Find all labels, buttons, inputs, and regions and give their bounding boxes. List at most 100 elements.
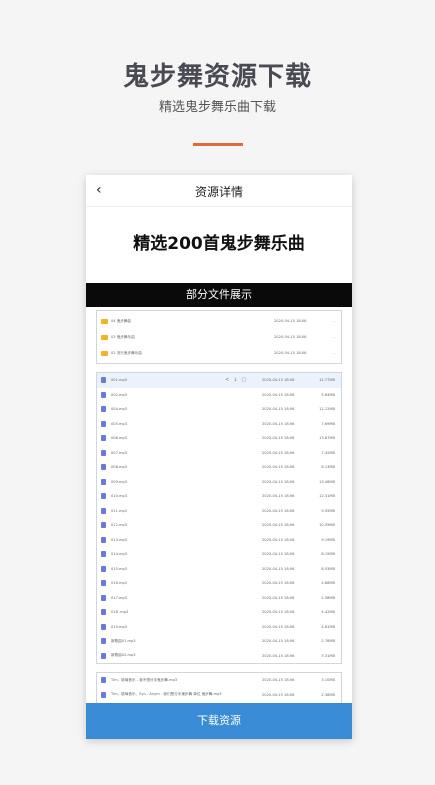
file-size: 8.13MB xyxy=(321,465,335,470)
download-button[interactable]: 下载资源 xyxy=(86,703,352,739)
table-row[interactable]: 006.mp3 2020-04-15 18:06 13.87MB xyxy=(97,431,341,446)
file-size: 4.42MB xyxy=(321,610,335,615)
file-date: 2020-04-15 18:06 xyxy=(262,508,295,513)
table-row[interactable]: 010.mp3 2020-04-15 18:06 12.31MB xyxy=(97,489,341,504)
file-name: 新歌曲01.mp3 xyxy=(111,638,136,643)
folder-size: - xyxy=(333,335,335,339)
file-date: 2020-04-15 18:06 xyxy=(262,692,295,697)
file-icon xyxy=(101,493,106,500)
file-icon xyxy=(101,691,106,698)
file-name: Tim、玻璃音乐 - 我不想分手鬼步舞.mp3 xyxy=(111,677,178,682)
file-date: 2020-04-15 18:06 xyxy=(262,678,295,683)
folder-name: 04 鬼步舞曲 xyxy=(111,318,132,323)
table-row[interactable]: 新歌曲02.mp3 2020-04-15 18:06 5.31MB xyxy=(97,649,341,664)
list-item[interactable]: 03 鬼步舞乐曲 2020-04-15 18:06 - xyxy=(97,329,341,345)
file-name: 011.mp3 xyxy=(111,508,128,513)
file-size: 2.78MB xyxy=(321,639,335,644)
file-size: 12.12MB xyxy=(319,407,335,412)
file-size: 8.53MB xyxy=(321,566,335,571)
table-row[interactable]: 014.mp3 2020-04-15 18:06 8.15MB xyxy=(97,547,341,562)
file-icon xyxy=(101,507,106,514)
file-size: 4.61MB xyxy=(321,624,335,629)
file-icon xyxy=(101,420,106,427)
file-name: 015.mp3 xyxy=(111,566,128,571)
share-icon[interactable]: < xyxy=(225,377,229,383)
file-icon xyxy=(101,551,106,558)
file-date: 2020-04-15 18:06 xyxy=(262,436,295,441)
file-name: 006.mp3 xyxy=(111,436,128,441)
table-row[interactable]: 015.mp3 2020-04-15 18:06 8.53MB xyxy=(97,562,341,577)
file-icon xyxy=(101,377,106,384)
file-name: 019.mp3 xyxy=(111,624,128,629)
file-size: 12.77MB xyxy=(319,378,335,383)
file-name: 004.mp3 xyxy=(111,407,128,412)
table-row[interactable]: 001.mp3 2020-04-15 18:06 12.77MB < ↓ ▢ xyxy=(97,373,341,388)
file-name: 009.mp3 xyxy=(111,479,128,484)
file-size: 13.87MB xyxy=(319,436,335,441)
file-date: 2020-04-15 18:06 xyxy=(262,479,295,484)
folder-icon xyxy=(101,350,108,356)
file-date: 2020-04-15 18:06 xyxy=(262,581,295,586)
file-icon xyxy=(101,435,106,442)
file-date: 2020-04-15 18:06 xyxy=(262,392,295,397)
file-date: 2020-04-15 18:06 xyxy=(262,378,295,383)
file-name: Tim、玻璃音乐、Syn - Anym - 我们是分手鬼步舞 单位 鬼步舞.mp… xyxy=(111,692,222,697)
file-size: 3.10MB xyxy=(321,678,335,683)
file-actions: < ↓ ▢ xyxy=(225,377,246,383)
table-row[interactable]: 新歌曲01.mp3 2020-04-15 18:06 2.78MB xyxy=(97,634,341,649)
file-icon xyxy=(101,565,106,572)
table-row[interactable]: 008.mp3 2020-04-15 18:06 8.13MB xyxy=(97,460,341,475)
section-bar: 部分文件展示 xyxy=(86,283,352,307)
file-name: 013.mp3 xyxy=(111,537,128,542)
table-row[interactable]: 004.mp3 2020-04-15 18:06 12.12MB xyxy=(97,402,341,417)
file-date: 2020-04-15 18:06 xyxy=(262,624,295,629)
list-item[interactable]: 02 流行鬼步舞乐曲 2020-04-15 18:06 - xyxy=(97,345,341,361)
table-row[interactable]: 019.mp3 2020-04-15 18:06 4.61MB xyxy=(97,620,341,635)
table-row[interactable]: 007.mp3 2020-04-15 18:06 7.45MB xyxy=(97,446,341,461)
delete-icon[interactable]: ▢ xyxy=(241,377,246,383)
file-name: 001.mp3 xyxy=(111,378,128,383)
file-date: 2020-04-15 18:06 xyxy=(262,494,295,499)
table-row[interactable]: 013.mp3 2020-04-15 18:06 9.19MB xyxy=(97,533,341,548)
folder-icon xyxy=(101,334,108,340)
file-icon xyxy=(101,638,106,645)
file-icon xyxy=(101,623,106,630)
file-icon xyxy=(101,536,106,543)
headline: 精选200首鬼步舞乐曲 xyxy=(133,234,305,254)
file-icon xyxy=(101,391,106,398)
file-icon xyxy=(101,594,106,601)
file-date: 2020-04-15 18:06 xyxy=(262,566,295,571)
table-row[interactable]: 009.mp3 2020-04-15 18:06 13.46MB xyxy=(97,475,341,490)
table-row[interactable]: 012.mp3 2020-04-15 18:06 10.59MB xyxy=(97,518,341,533)
file-size: 7.69MB xyxy=(321,421,335,426)
file-name: 新歌曲02.mp3 xyxy=(111,653,136,658)
list-item[interactable]: 04 鬼步舞曲 2020-04-15 18:06 - xyxy=(97,313,341,329)
file-icon xyxy=(101,580,106,587)
file-icon xyxy=(101,464,106,471)
table-row[interactable]: 018 .mp3 2020-04-15 18:06 4.42MB xyxy=(97,605,341,620)
table-row[interactable]: Tim、玻璃音乐、Syn - Anym - 我们是分手鬼步舞 单位 鬼步舞.mp… xyxy=(97,688,341,703)
file-size: 13.46MB xyxy=(319,479,335,484)
table-row[interactable]: 017.mp3 2020-04-15 18:06 2.58MB xyxy=(97,591,341,606)
file-date: 2020-04-15 18:06 xyxy=(262,450,295,455)
download-icon[interactable]: ↓ xyxy=(233,377,237,383)
file-date: 2020-04-15 18:06 xyxy=(262,421,295,426)
file-name: 005.mp3 xyxy=(111,421,128,426)
table-row[interactable]: 002.mp3 2020-04-15 18:06 5.64MB xyxy=(97,388,341,403)
table-row[interactable]: 011.mp3 2020-04-15 18:06 9.55MB xyxy=(97,504,341,519)
folder-date: 2020-04-15 18:06 xyxy=(274,335,307,339)
file-date: 2020-04-15 18:06 xyxy=(262,465,295,470)
file-icon xyxy=(101,652,106,659)
folder-size: - xyxy=(333,351,335,355)
table-row[interactable]: Tim、玻璃音乐 - 我不想分手鬼步舞.mp3 2020-04-15 18:06 3… xyxy=(97,673,341,688)
file-size: 2.38MB xyxy=(321,692,335,697)
table-row[interactable]: 016.mp3 2020-04-15 18:06 4.88MB xyxy=(97,576,341,591)
folder-name: 02 流行鬼步舞乐曲 xyxy=(111,350,142,355)
file-name: 010.mp3 xyxy=(111,494,128,499)
file-name: 008.mp3 xyxy=(111,465,128,470)
folder-list: 04 鬼步舞曲 2020-04-15 18:06 - 03 鬼步舞乐曲 2020… xyxy=(96,310,342,364)
file-size: 9.19MB xyxy=(321,537,335,542)
file-icon xyxy=(101,609,106,616)
table-row[interactable]: 005.mp3 2020-04-15 18:06 7.69MB xyxy=(97,417,341,432)
file-name: 007.mp3 xyxy=(111,450,128,455)
